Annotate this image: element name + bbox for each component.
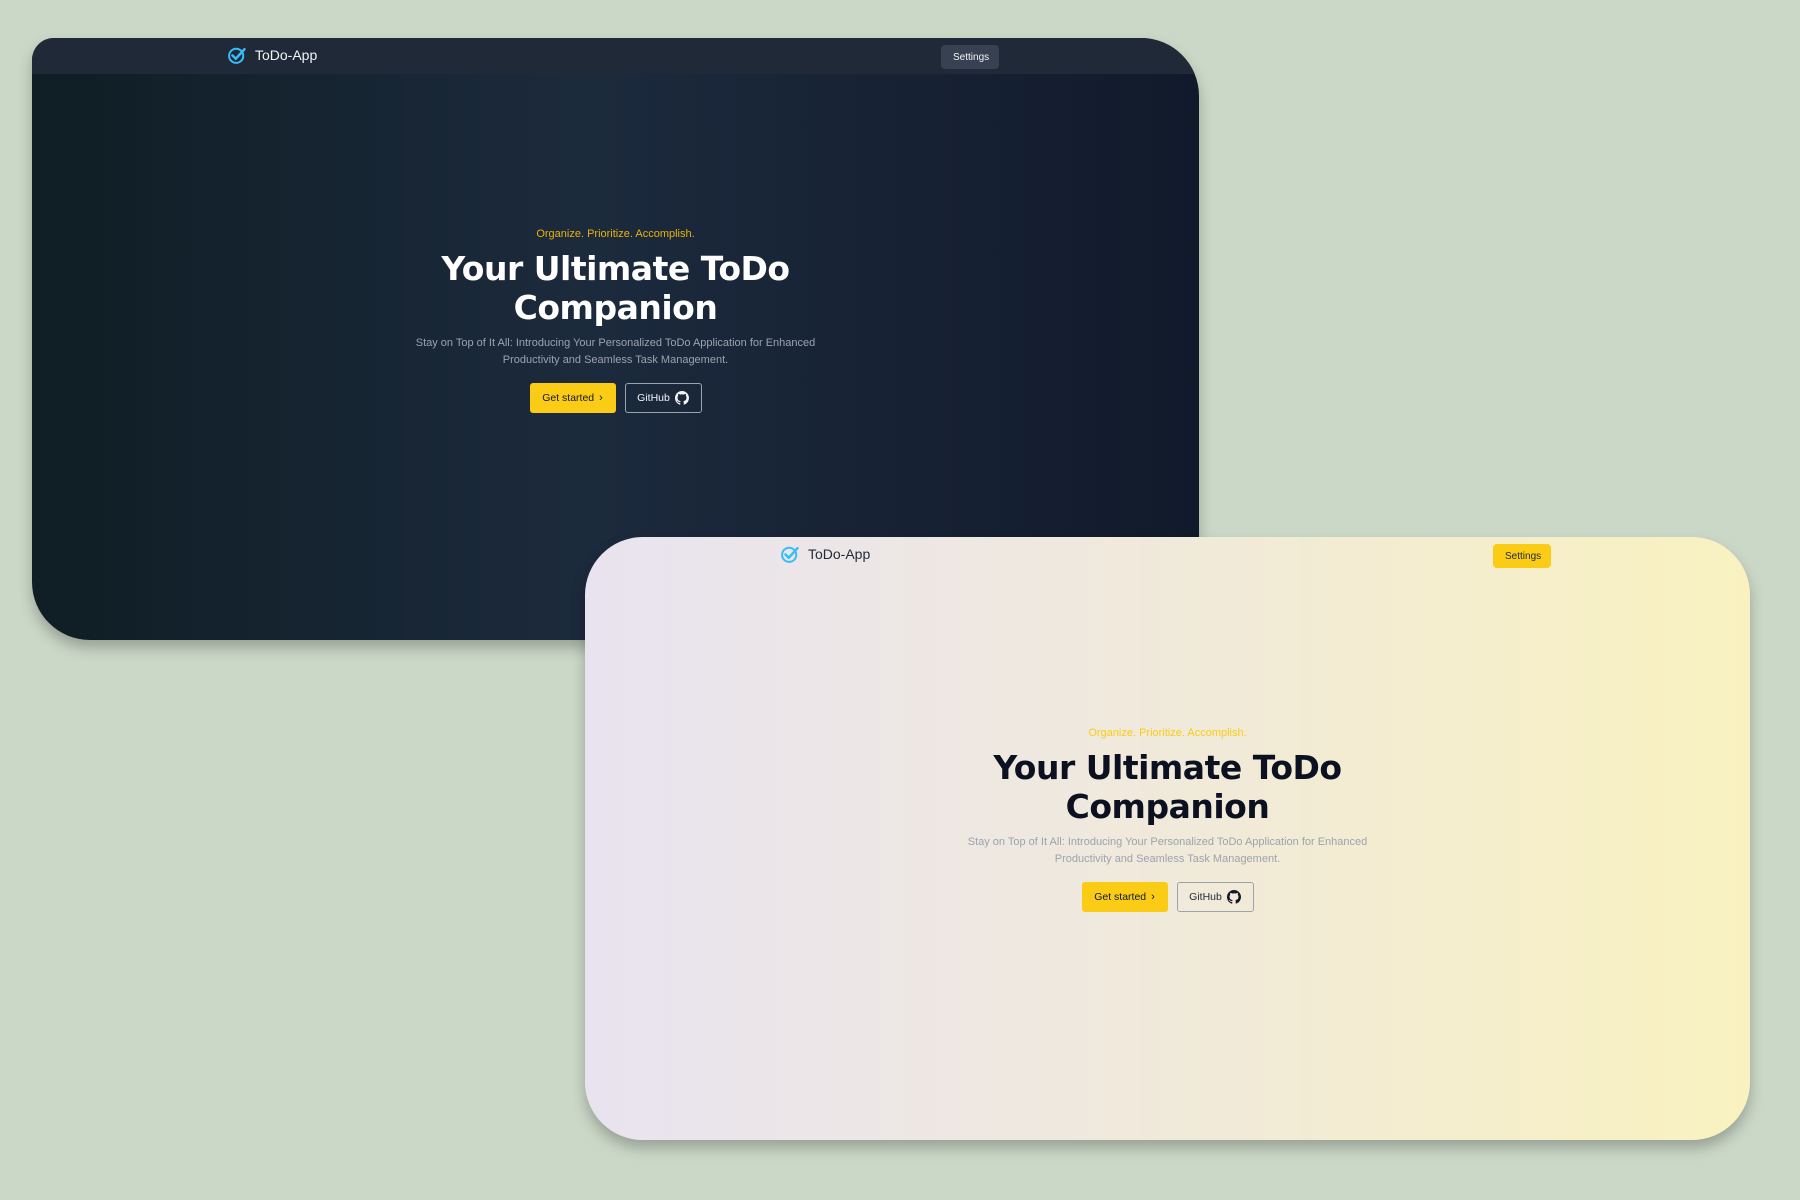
check-circle-icon [781, 546, 799, 563]
brand-link[interactable]: ToDo-App [780, 544, 870, 564]
github-button[interactable]: GitHub [1176, 882, 1254, 912]
settings-button[interactable]: Settings [1493, 544, 1551, 568]
hero-section: Organize. Prioritize. Accomplish. Your U… [32, 228, 1199, 413]
headline: Your Ultimate ToDo Companion [585, 748, 1750, 826]
brand-name: ToDo-App [255, 47, 318, 63]
get-started-button[interactable]: Get started › [529, 383, 616, 413]
tagline: Organize. Prioritize. Accomplish. [536, 228, 695, 240]
subtitle: Stay on Top of It All: Introducing Your … [415, 337, 816, 366]
brand-link[interactable]: ToDo-App [227, 45, 317, 65]
headline-line-2: Companion [513, 288, 718, 327]
github-label: GitHub [1189, 891, 1222, 903]
light-theme-window: ToDo-App Settings Organize. Prioritize. … [585, 537, 1750, 1140]
github-icon [674, 391, 689, 405]
tagline: Organize. Prioritize. Accomplish. [1088, 727, 1247, 739]
github-label: GitHub [637, 392, 670, 404]
hero-section: Organize. Prioritize. Accomplish. Your U… [585, 727, 1750, 912]
headline-line-1: Your Ultimate ToDo [441, 249, 790, 288]
github-icon [1226, 890, 1241, 904]
github-button[interactable]: GitHub [624, 383, 702, 413]
check-circle-icon [228, 47, 246, 64]
headline: Your Ultimate ToDo Companion [32, 249, 1199, 327]
navbar: ToDo-App Settings [585, 537, 1750, 573]
cta-row: Get started › GitHub [585, 882, 1750, 912]
navbar: ToDo-App Settings [32, 38, 1199, 74]
get-started-button[interactable]: Get started › [1081, 882, 1168, 912]
chevron-right-icon: › [1151, 891, 1155, 903]
get-started-label: Get started [542, 392, 595, 404]
cta-row: Get started › GitHub [32, 383, 1199, 413]
headline-line-1: Your Ultimate ToDo [993, 748, 1342, 787]
headline-line-2: Companion [1065, 787, 1270, 826]
chevron-right-icon: › [599, 392, 603, 404]
canvas: ToDo-App Settings Organize. Prioritize. … [0, 0, 1800, 1200]
subtitle: Stay on Top of It All: Introducing Your … [967, 836, 1368, 865]
get-started-label: Get started [1094, 891, 1147, 903]
brand-name: ToDo-App [808, 546, 871, 562]
settings-button[interactable]: Settings [941, 45, 999, 69]
